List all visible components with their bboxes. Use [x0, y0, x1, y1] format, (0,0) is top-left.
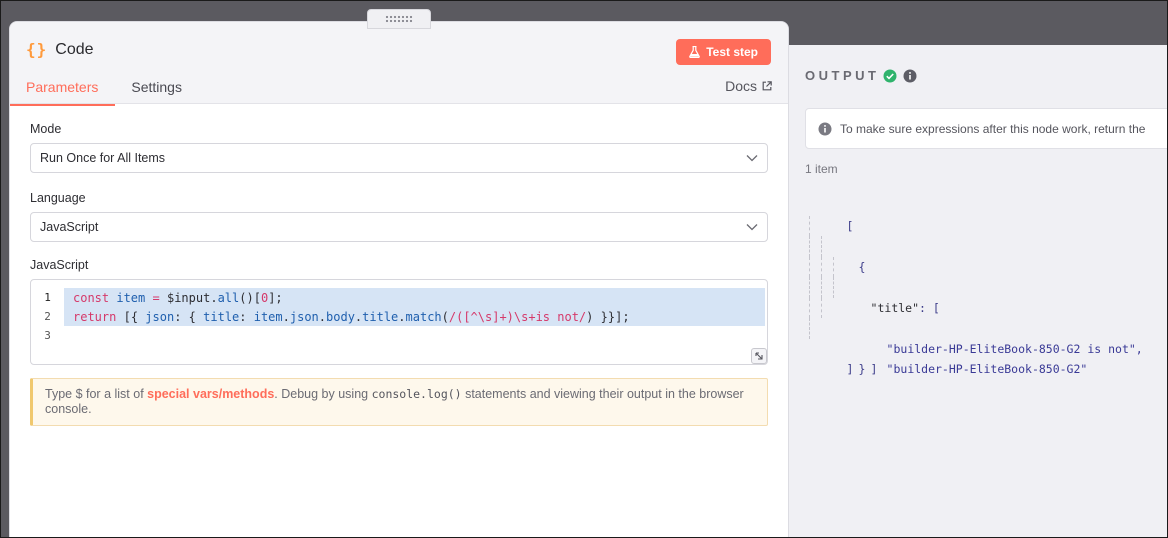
code-line: 2 return [{ json: { title: item. json. bod… — [31, 307, 767, 326]
docs-link[interactable]: Docs — [725, 78, 772, 94]
items-count: 1 item — [805, 162, 838, 176]
indent-guide — [821, 297, 822, 318]
json-line: ] — [805, 297, 1143, 376]
info-icon[interactable] — [903, 69, 917, 83]
indent-guide — [833, 277, 834, 298]
output-panel: OUTPUT To make sure expressions after th… — [789, 45, 1168, 538]
indent-guide — [821, 236, 822, 257]
tab-bar: Parameters Settings — [10, 74, 198, 106]
mode-select-value: Run Once for All Items — [40, 151, 166, 165]
language-label: Language — [30, 191, 86, 205]
json-bracket: ] — [846, 362, 854, 376]
language-select[interactable]: JavaScript — [30, 212, 768, 242]
code-editor[interactable]: 1 const item = $input. all()[0]; 2 return… — [30, 279, 768, 365]
external-link-icon — [762, 81, 772, 91]
code-line-content[interactable] — [64, 326, 765, 345]
node-parameters-panel: {} Code Test step Parameters Settings Do… — [9, 21, 789, 538]
info-icon — [818, 122, 832, 135]
expressions-notice: To make sure expressions after this node… — [805, 108, 1168, 149]
test-step-label: Test step — [706, 45, 758, 59]
json-line: "title": [ — [805, 236, 1143, 315]
output-header: OUTPUT — [805, 68, 917, 83]
code-braces-icon: {} — [26, 40, 48, 59]
node-title-row: {} Code — [26, 40, 94, 59]
hint-code: console.log() — [371, 387, 462, 401]
drag-dots-icon — [385, 15, 413, 23]
node-title[interactable]: Code — [55, 41, 93, 59]
indent-guide — [833, 256, 834, 277]
code-line-content[interactable]: return [{ json: { title: item. json. body.… — [64, 307, 765, 326]
docs-label: Docs — [725, 78, 757, 94]
json-line: ] — [805, 339, 1143, 376]
code-line: 1 const item = $input. all()[0]; — [31, 288, 767, 307]
line-number: 2 — [44, 310, 51, 323]
json-string-value[interactable]: "builder-HP-EliteBook-850-G2" — [847, 362, 1088, 376]
panel-drag-handle[interactable] — [367, 9, 431, 29]
hint-text: for a list of — [82, 387, 148, 401]
json-line: "builder-HP-EliteBook-850-G2 is not", — [805, 256, 1143, 356]
tab-parameters[interactable]: Parameters — [10, 74, 116, 106]
chevron-down-icon — [746, 224, 758, 231]
json-line: { — [805, 215, 1143, 274]
hint-dollar: $ — [75, 387, 83, 401]
hint-text: . Debug by using — [274, 387, 372, 401]
json-line: [ — [805, 195, 1143, 233]
hint-text: Type — [45, 387, 76, 401]
code-line-content[interactable]: const item = $input. all()[0]; — [64, 288, 765, 307]
code-line: 3 — [31, 326, 767, 345]
indent-guide — [821, 256, 822, 277]
language-select-value: JavaScript — [40, 220, 99, 234]
mode-label: Mode — [30, 122, 62, 136]
resize-handle-icon[interactable] — [751, 348, 767, 364]
flask-icon — [689, 46, 701, 58]
chevron-down-icon — [746, 155, 758, 162]
indent-guide — [809, 256, 810, 277]
indent-guide — [809, 277, 810, 298]
indent-guide — [809, 236, 810, 257]
line-number: 3 — [44, 329, 51, 342]
json-line: } — [805, 318, 1143, 376]
panel-header: {} Code Test step Parameters Settings Do… — [10, 22, 788, 106]
hint-callout: Type $ for a list of special vars/method… — [30, 378, 768, 426]
indent-guide — [809, 318, 810, 339]
json-output: [ { "title": [ "builder-HP-EliteBook-850… — [805, 195, 1143, 376]
parameters-body: Mode Run Once for All Items Language Jav… — [10, 122, 788, 426]
code-label: JavaScript — [30, 258, 89, 272]
tab-settings[interactable]: Settings — [115, 74, 198, 106]
json-line: "builder-HP-EliteBook-850-G2" — [805, 277, 1143, 376]
test-step-button[interactable]: Test step — [676, 39, 771, 65]
notice-text: To make sure expressions after this node… — [840, 121, 1146, 136]
indent-guide — [821, 277, 822, 298]
indent-guide — [809, 215, 810, 236]
indent-guide — [809, 297, 810, 318]
line-number: 1 — [44, 291, 51, 304]
output-title: OUTPUT — [805, 68, 880, 83]
success-check-icon — [883, 69, 897, 82]
special-vars-link[interactable]: special vars/methods — [147, 387, 274, 401]
mode-select[interactable]: Run Once for All Items — [30, 143, 768, 173]
